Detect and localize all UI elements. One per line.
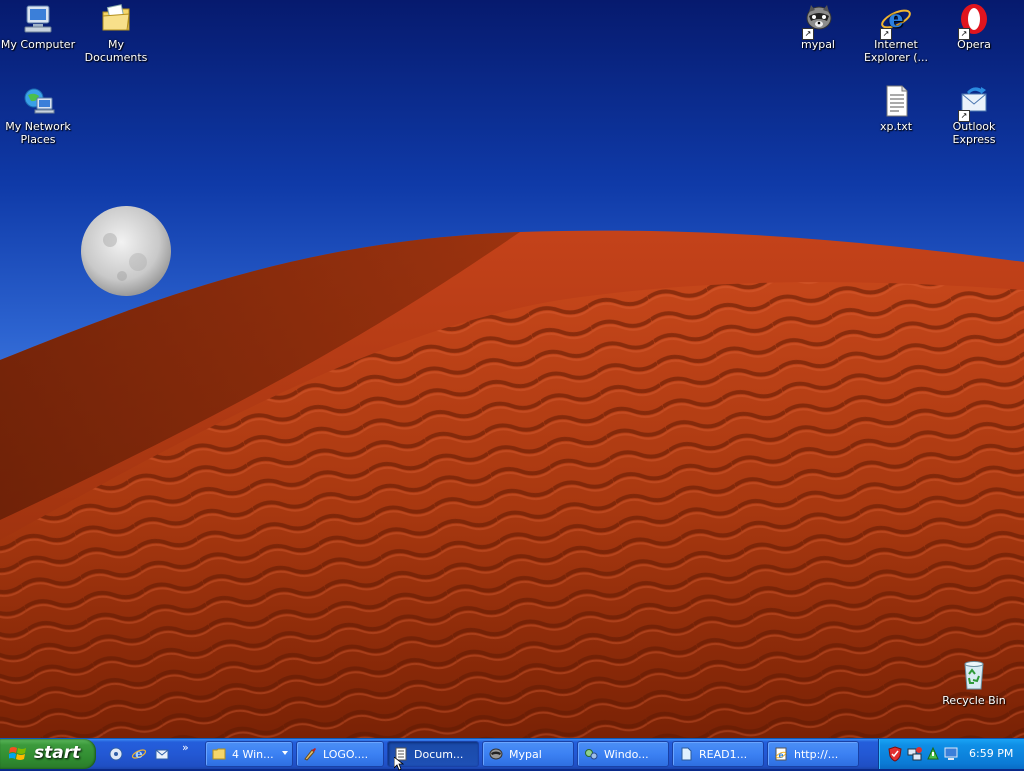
mypal-raccoon-icon [489,748,503,760]
taskbar-button-label: Windo... [604,748,649,761]
desktop-icon-recycle-bin[interactable]: Recycle Bin [936,658,1012,707]
desktop-icon-label: Opera [957,38,991,51]
system-tray: 6:59 PM [878,739,1024,769]
network-status-icon[interactable] [907,746,923,762]
shortcut-arrow-icon: ↗ [958,28,970,40]
web-page-icon: e [775,747,787,761]
desktop-icon-label: Recycle Bin [942,694,1006,707]
network-icon [24,88,55,114]
start-button[interactable]: start [0,739,96,769]
svg-text:e: e [135,747,143,761]
taskbar-button-mypal[interactable]: Mypal [482,741,574,767]
paint-brush-icon [304,748,316,761]
taskbar-button-label: Docum... [414,748,464,761]
computer-icon [24,5,52,33]
taskbar-button-browser-url[interactable]: e http://... [767,741,859,767]
clock[interactable]: 6:59 PM [969,747,1013,760]
quick-launch-settings-icon[interactable] [108,746,124,762]
chevron-down-icon [282,751,288,755]
quick-launch-internet-explorer-icon[interactable]: e [131,746,147,762]
desktop-icon-my-computer[interactable]: My Computer [0,2,76,51]
taskbar-button-windows-group[interactable]: 4 Win... [205,741,293,767]
desktop-icon-opera[interactable]: ↗ Opera [936,2,1012,51]
taskbar-button-label: http://... [794,748,839,761]
mouse-cursor-icon [394,757,405,771]
documents-folder-icon [102,4,130,31]
desktop-icon-label: My Network Places [5,120,71,146]
desktop-icon-label: xp.txt [879,120,913,133]
moon [81,206,171,296]
taskbar-button-label: Mypal [509,748,542,761]
windows-logo-icon [9,747,26,760]
svg-text:e: e [778,750,783,760]
quick-launch-outlook-express-icon[interactable] [154,746,170,762]
desktop-icon-label: mypal [800,38,835,51]
taskbar-button-label: LOGO.... [323,748,369,761]
desktop-icon-my-network-places[interactable]: My Network Places [0,84,76,146]
desktop-icon-label: My Computer [0,38,76,51]
gears-icon [585,749,598,760]
document-icon [681,747,692,761]
recycle-bin-icon [964,661,984,690]
desktop-icon-label: Outlook Express [952,120,996,146]
taskbar-button-logo[interactable]: LOGO.... [296,741,384,767]
taskbar: start e » 4 Win... LOGO.... Docum... Myp… [0,738,1024,769]
taskbar-button-label: 4 Win... [232,748,274,761]
desktop-icon-label: Internet Explorer (... [863,38,929,64]
desktop-icon-my-documents[interactable]: My Documents [78,2,154,64]
desktop-icon-internet-explorer[interactable]: e ↗ Internet Explorer (... [858,2,934,64]
text-file-icon [886,85,908,117]
desktop-icon-xp-txt[interactable]: xp.txt [858,84,934,133]
desktop-icon-mypal[interactable]: ↗ mypal [780,2,856,51]
folder-icon [212,748,226,760]
shortcut-arrow-icon: ↗ [802,28,814,40]
quick-launch-bar: e » [104,739,194,769]
quick-launch-more-chevron[interactable]: » [182,741,189,754]
desktop[interactable]: My Computer My Documents My Network Plac… [0,0,1024,738]
shortcut-arrow-icon: ↗ [958,110,970,122]
desktop-icon-label: My Documents [84,38,148,64]
display-icon[interactable] [943,746,959,762]
taskbar-button-label: READ1... [699,748,748,761]
updates-icon[interactable] [925,746,941,762]
taskbar-button-windows[interactable]: Windo... [577,741,669,767]
taskbar-button-readme[interactable]: READ1... [672,741,764,767]
shortcut-arrow-icon: ↗ [880,28,892,40]
desktop-icon-outlook-express[interactable]: ↗ Outlook Express [936,84,1012,146]
start-label: start [34,743,81,763]
security-shield-icon[interactable] [887,746,903,762]
